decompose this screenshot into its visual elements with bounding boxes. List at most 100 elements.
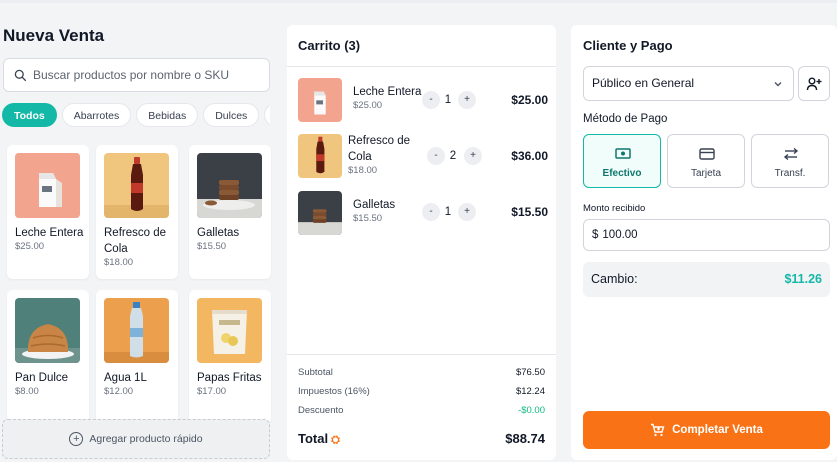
decrease-qty-button[interactable]: -	[427, 147, 445, 165]
product-name: Agua 1L $12.00	[104, 370, 176, 398]
total-value: $88.74	[505, 431, 545, 446]
product-name: Pan Dulce $8.00	[15, 370, 87, 398]
divider	[287, 354, 556, 355]
customer-select[interactable]: Público en General	[583, 66, 794, 101]
cart-item: Refresco de Cola $18.00 - 2 + $36.00	[298, 134, 548, 180]
plus-circle-icon: +	[69, 432, 84, 446]
discount-label: Descuento	[298, 405, 344, 416]
product-card[interactable]: Pan Dulce $8.00	[7, 290, 89, 424]
search-input[interactable]	[33, 68, 253, 82]
cart-item-unit-price: $18.00	[348, 165, 378, 176]
product-card[interactable]: Leche Entera $25.00	[7, 145, 89, 279]
cart-item-image	[298, 134, 342, 178]
category-chip-lacteos[interactable]: Lá	[264, 103, 270, 127]
decrease-qty-button[interactable]: -	[422, 91, 440, 109]
search-box[interactable]	[3, 58, 270, 92]
discount-value: -$0.00	[518, 405, 545, 416]
payment-method-label-cash: Efectivo	[602, 168, 642, 179]
tax-value: $12.24	[515, 386, 545, 397]
increase-qty-button[interactable]: +	[458, 203, 476, 221]
subtotal-value: $76.50	[515, 367, 545, 378]
cart-item-qty: 1	[444, 94, 452, 106]
amount-received-value: 100.00	[602, 229, 638, 241]
amount-label: Monto recibido	[583, 203, 646, 214]
cart-item-qty: 2	[449, 150, 457, 162]
cart-item-total: $36.00	[511, 149, 548, 163]
payment-method-label-card: Tarjeta	[690, 168, 721, 179]
product-price: $25.00	[15, 241, 45, 252]
transfer-icon	[783, 147, 799, 161]
tax-row: Impuestos (16%) $12.24	[298, 386, 545, 397]
payment-title: Cliente y Pago	[583, 38, 673, 53]
product-price: $15.50	[197, 241, 227, 252]
payment-method-transfer[interactable]: Transf.	[751, 134, 829, 188]
product-image	[15, 298, 80, 363]
category-chip-bebidas[interactable]: Bebidas	[136, 103, 199, 127]
cart-icon	[651, 423, 665, 437]
total-row: Total ⛭ $88.74	[298, 431, 545, 447]
divider	[287, 66, 556, 67]
product-price: $17.00	[197, 386, 227, 397]
payment-method-card[interactable]: Tarjeta	[667, 134, 745, 188]
cart-item-total: $25.00	[511, 93, 548, 107]
cart-item-name: Leche Entera $25.00	[353, 86, 422, 111]
product-card[interactable]: Galletas $15.50	[189, 145, 271, 279]
cart-item-name: Galletas $15.50	[353, 199, 396, 224]
product-name: Galletas $15.50	[197, 225, 269, 253]
product-name: Refresco de Cola $18.00	[104, 225, 176, 269]
cart-item-image	[298, 78, 342, 122]
currency-symbol: $	[592, 229, 599, 241]
quick-add-label: Agregar producto rápido	[89, 433, 203, 445]
product-price: $8.00	[15, 386, 39, 397]
amount-received-input[interactable]: $100.00	[583, 219, 830, 251]
product-card[interactable]: Papas Fritas $17.00	[189, 290, 271, 424]
cart-item-total: $15.50	[511, 205, 548, 219]
tag-icon[interactable]: ⛭	[331, 434, 340, 446]
category-chip-dulces[interactable]: Dulces	[203, 103, 260, 127]
cart-panel: Carrito (3) Leche Entera $25.00 - 1 + $25…	[287, 25, 556, 460]
add-customer-button[interactable]	[798, 66, 830, 101]
product-price: $12.00	[104, 386, 134, 397]
category-chip-abarrotes[interactable]: Abarrotes	[61, 103, 132, 127]
product-name: Papas Fritas $17.00	[197, 370, 269, 398]
payment-method-label-transfer: Transf.	[774, 168, 806, 179]
change-value: $11.26	[784, 272, 822, 286]
increase-qty-button[interactable]: +	[464, 147, 482, 165]
subtotal-row: Subtotal $76.50	[298, 367, 545, 378]
product-image	[197, 298, 262, 363]
chevron-down-icon	[773, 67, 783, 103]
cart-item: Galletas $15.50 - 1 + $15.50	[298, 191, 548, 237]
discount-row: Descuento -$0.00	[298, 405, 545, 416]
product-card[interactable]: Agua 1L $12.00	[96, 290, 178, 424]
category-filter: TodosAbarrotesBebidasDulcesLá	[2, 103, 270, 128]
product-image	[104, 298, 169, 363]
catalog-panel: Nueva Venta TodosAbarrotesBebidasDulcesL…	[0, 0, 278, 462]
subtotal-label: Subtotal	[298, 367, 333, 378]
quick-add-product-button[interactable]: + Agregar producto rápido	[2, 419, 270, 459]
increase-qty-button[interactable]: +	[458, 91, 476, 109]
change-label: Cambio:	[591, 272, 638, 286]
product-card[interactable]: Refresco de Cola $18.00	[96, 145, 178, 279]
tax-label: Impuestos (16%)	[298, 386, 370, 397]
cart-item-image	[298, 191, 342, 235]
cart-item-unit-price: $25.00	[353, 100, 383, 111]
payment-method-label: Método de Pago	[583, 113, 668, 125]
change-box: Cambio: $11.26	[583, 262, 830, 297]
complete-sale-button[interactable]: Completar Venta	[583, 411, 830, 449]
category-chip-todos[interactable]: Todos	[2, 103, 57, 127]
cart-title: Carrito (3)	[298, 38, 361, 53]
total-label: Total	[298, 431, 329, 446]
payment-method-cash[interactable]: Efectivo	[583, 134, 661, 188]
cart-item-unit-price: $15.50	[353, 213, 383, 224]
user-plus-icon	[806, 77, 822, 90]
cash-icon	[615, 148, 631, 159]
customer-select-value: Público en General	[592, 76, 695, 90]
search-icon	[14, 69, 27, 81]
page-title: Nueva Venta	[3, 26, 105, 45]
product-image	[104, 153, 169, 218]
credit-card-icon	[699, 148, 715, 160]
product-name: Leche Entera $25.00	[15, 225, 87, 253]
product-image	[15, 153, 80, 218]
decrease-qty-button[interactable]: -	[422, 203, 440, 221]
cart-item-qty: 1	[444, 206, 452, 218]
